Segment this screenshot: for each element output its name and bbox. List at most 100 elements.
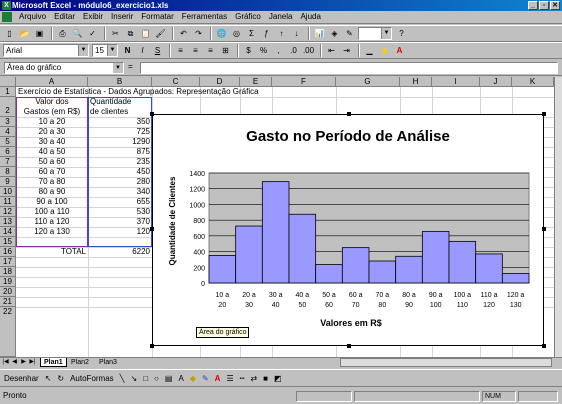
map-icon[interactable]: ◈ <box>328 27 341 40</box>
copy-icon[interactable]: ⧉ <box>124 27 137 40</box>
sheet-title-cell[interactable]: Exercício de Estatística - Dados Agrupad… <box>18 87 259 97</box>
first-sheet-icon[interactable]: |◀ <box>1 358 10 367</box>
maximize-button[interactable]: ▫ <box>539 1 549 10</box>
count-cell[interactable]: 450 <box>88 167 150 177</box>
row-header[interactable]: 19 <box>0 277 16 287</box>
row-header[interactable]: 10 <box>0 187 16 197</box>
bold-button[interactable]: N <box>121 44 134 57</box>
prev-sheet-icon[interactable]: ◀ <box>10 358 19 367</box>
header-quantidade-line1[interactable]: Quantidade <box>88 97 152 107</box>
row-header[interactable]: 3 <box>0 117 16 127</box>
increase-decimal-icon[interactable]: .0 <box>287 44 300 57</box>
row-header[interactable]: 6 <box>0 147 16 157</box>
column-header-f[interactable]: F <box>272 77 336 87</box>
row-header[interactable]: 12 <box>0 207 16 217</box>
rectangle-icon[interactable]: □ <box>143 374 148 383</box>
menu-inserir[interactable]: Inserir <box>107 11 137 23</box>
chart-bar[interactable] <box>368 260 397 284</box>
oval-icon[interactable]: ○ <box>154 374 159 383</box>
column-header-c[interactable]: C <box>152 77 200 87</box>
sheet-tab-plan1[interactable]: Plan1 <box>40 358 67 367</box>
chart-bar[interactable] <box>395 255 423 284</box>
chart-bar[interactable] <box>315 264 343 284</box>
class-cell[interactable]: 120 a 130 <box>16 227 88 237</box>
count-cell[interactable]: 235 <box>88 157 150 167</box>
count-cell[interactable]: 725 <box>88 127 150 137</box>
column-header-e[interactable]: E <box>240 77 272 87</box>
class-cell[interactable]: 20 a 30 <box>16 127 88 137</box>
arrow-icon[interactable]: ↘ <box>131 374 138 383</box>
count-cell[interactable]: 655 <box>88 197 150 207</box>
horizontal-scrollbar[interactable] <box>340 358 552 367</box>
row-header[interactable]: 13 <box>0 217 16 227</box>
row-header[interactable]: 8 <box>0 167 16 177</box>
chart-bar[interactable] <box>448 240 477 284</box>
menu-arquivo[interactable]: Arquivo <box>15 11 50 23</box>
row-header[interactable]: 21 <box>0 297 16 307</box>
next-sheet-icon[interactable]: ▶ <box>19 358 28 367</box>
column-header-h[interactable]: H <box>400 77 432 87</box>
underline-button[interactable]: S <box>151 44 164 57</box>
undo-icon[interactable]: ↶ <box>177 27 190 40</box>
close-button[interactable]: ✕ <box>550 1 560 10</box>
row-header[interactable]: 17 <box>0 257 16 267</box>
save-icon[interactable]: ▣ <box>33 27 46 40</box>
class-cell[interactable]: 80 a 90 <box>16 187 88 197</box>
chart-bar[interactable] <box>501 273 530 284</box>
cut-icon[interactable]: ✂ <box>109 27 122 40</box>
document-icon[interactable] <box>2 12 12 22</box>
3d-icon[interactable]: ◩ <box>274 374 282 383</box>
format-painter-icon[interactable]: 🖌 <box>154 27 167 40</box>
count-cell[interactable]: 370 <box>88 217 150 227</box>
hyperlink-icon[interactable]: 🌐 <box>215 27 228 40</box>
total-value[interactable]: 6220 <box>88 247 150 257</box>
chart-bar[interactable] <box>421 231 450 284</box>
menu-ferramentas[interactable]: Ferramentas <box>178 11 231 23</box>
open-folder-icon[interactable]: 📂 <box>18 27 31 40</box>
chart-bar[interactable] <box>235 225 263 284</box>
count-cell[interactable]: 530 <box>88 207 150 217</box>
italic-button[interactable]: I <box>136 44 149 57</box>
font-size-combo[interactable]: 15 ▼ <box>92 44 118 57</box>
row-header[interactable]: 14 <box>0 227 16 237</box>
row-header[interactable]: 4 <box>0 127 16 137</box>
count-cell[interactable]: 1290 <box>88 137 150 147</box>
font-color-icon[interactable]: A <box>215 374 221 383</box>
drawing-icon[interactable]: ✎ <box>343 27 356 40</box>
header-valor-line2[interactable]: Gastos (em R$) <box>16 107 88 117</box>
menu-ajuda[interactable]: Ajuda <box>296 11 324 23</box>
fill-color-icon[interactable]: ◆ <box>190 374 196 383</box>
chart-area[interactable]: Gasto no Período de Análise Quantidade d… <box>150 112 546 348</box>
chart-bar[interactable] <box>261 181 290 284</box>
header-valor-line1[interactable]: Valor dos <box>16 97 88 107</box>
column-header-k[interactable]: K <box>512 77 554 87</box>
row-header[interactable]: 16 <box>0 247 16 257</box>
help-icon[interactable]: ? <box>395 27 408 40</box>
column-header-b[interactable]: B <box>88 77 152 87</box>
dash-style-icon[interactable]: ┅ <box>240 374 245 383</box>
count-cell[interactable]: 280 <box>88 177 150 187</box>
row-header[interactable]: 1 <box>0 87 16 97</box>
select-all-corner[interactable] <box>0 77 16 87</box>
sort-desc-icon[interactable]: ↓ <box>290 27 303 40</box>
formula-equals-icon[interactable]: = <box>128 62 133 71</box>
select-objects-icon[interactable]: ↖ <box>45 374 52 383</box>
autosum-icon[interactable]: Σ <box>245 27 258 40</box>
chart-ylabel[interactable]: Quantidade de Clientes <box>168 176 177 265</box>
count-cell[interactable]: 875 <box>88 147 150 157</box>
align-center-icon[interactable]: ≡ <box>189 44 202 57</box>
align-left-icon[interactable]: ≡ <box>174 44 187 57</box>
arrow-style-icon[interactable]: ⇄ <box>250 374 257 383</box>
paste-icon[interactable]: 📋 <box>139 27 152 40</box>
line-color-icon[interactable]: ✎ <box>202 374 209 383</box>
column-header-j[interactable]: J <box>480 77 512 87</box>
chart-title[interactable]: Gasto no Período de Análise <box>246 128 450 145</box>
menu-editar[interactable]: Editar <box>50 11 79 23</box>
draw-menu[interactable]: Desenhar <box>4 374 39 383</box>
column-header-d[interactable]: D <box>200 77 240 87</box>
class-cell[interactable]: 100 a 110 <box>16 207 88 217</box>
minimize-button[interactable]: _ <box>528 1 538 10</box>
menu-formatar[interactable]: Formatar <box>137 11 177 23</box>
increase-indent-icon[interactable]: ⇥ <box>340 44 353 57</box>
line-style-icon[interactable]: ☰ <box>226 374 233 383</box>
